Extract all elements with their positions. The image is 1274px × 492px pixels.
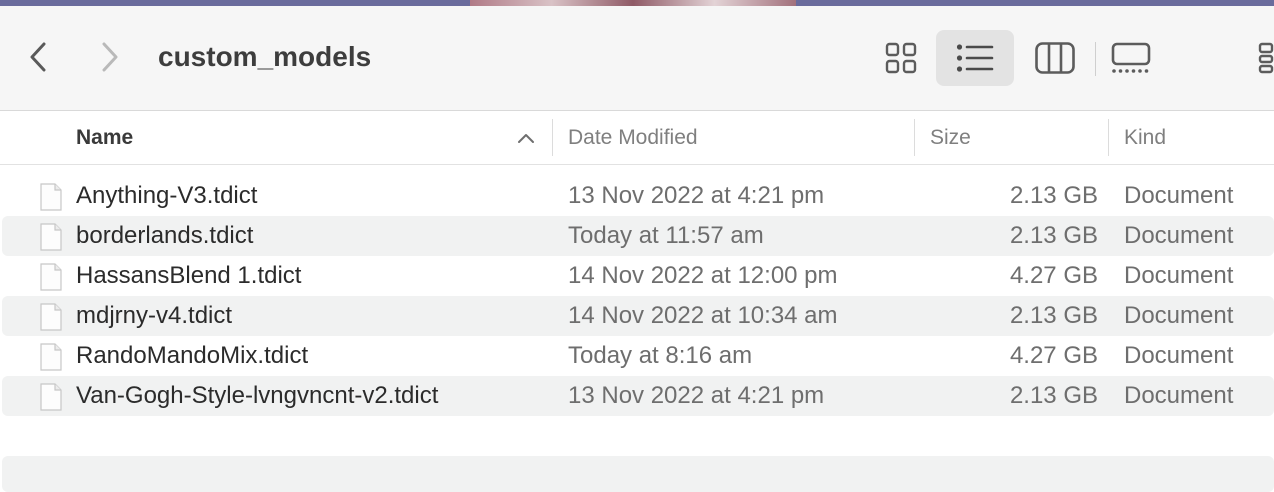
list-view-button[interactable] xyxy=(936,30,1014,86)
columns-view-icon xyxy=(1035,42,1075,74)
column-divider[interactable] xyxy=(552,119,553,156)
column-divider[interactable] xyxy=(1108,119,1109,156)
file-date-modified: Today at 11:57 am xyxy=(568,222,764,249)
file-kind: Document xyxy=(1124,182,1234,209)
chevron-left-icon xyxy=(30,42,46,72)
file-kind: Document xyxy=(1124,302,1234,329)
document-icon xyxy=(40,263,62,291)
file-name: RandoMandoMix.tdict xyxy=(76,342,309,369)
gallery-view-icon xyxy=(1111,42,1151,73)
file-list: Anything-V3.tdict 13 Nov 2022 at 4:21 pm… xyxy=(0,176,1274,416)
column-divider[interactable] xyxy=(914,119,915,156)
file-date-modified: 13 Nov 2022 at 4:21 pm xyxy=(568,182,825,209)
file-name: HassansBlend 1.tdict xyxy=(76,262,302,289)
file-row[interactable]: mdjrny-v4.tdict 14 Nov 2022 at 10:34 am … xyxy=(2,296,1274,336)
back-button[interactable] xyxy=(21,40,55,74)
file-size: 4.27 GB xyxy=(1009,342,1098,369)
file-row[interactable]: Van-Gogh-Style-lvngvncnt-v2.tdict 13 Nov… xyxy=(2,376,1274,416)
list-view-icon xyxy=(956,44,994,72)
sort-ascending-icon[interactable] xyxy=(516,128,536,148)
file-name: Anything-V3.tdict xyxy=(76,182,258,209)
column-header-bar: Name Date Modified Size Kind xyxy=(0,111,1274,165)
column-view-button[interactable] xyxy=(1020,30,1090,86)
file-date-modified: 14 Nov 2022 at 12:00 pm xyxy=(568,262,838,289)
group-icon xyxy=(1258,42,1274,74)
window-title: custom_models xyxy=(158,41,372,72)
file-date-modified: 14 Nov 2022 at 10:34 am xyxy=(568,302,838,329)
file-size: 4.27 GB xyxy=(1009,262,1098,289)
column-header-name[interactable]: Name xyxy=(76,111,133,164)
icons-view-icon xyxy=(885,42,917,74)
file-size: 2.13 GB xyxy=(1009,302,1098,329)
file-kind: Document xyxy=(1124,222,1234,249)
forward-button[interactable] xyxy=(93,40,127,74)
chevron-right-icon xyxy=(102,42,118,72)
document-icon xyxy=(40,383,62,411)
group-button[interactable] xyxy=(1250,30,1274,86)
file-row[interactable]: Anything-V3.tdict 13 Nov 2022 at 4:21 pm… xyxy=(2,176,1274,216)
empty-list-row xyxy=(2,456,1274,492)
document-icon xyxy=(40,223,62,251)
file-name: borderlands.tdict xyxy=(76,222,254,249)
file-name: Van-Gogh-Style-lvngvncnt-v2.tdict xyxy=(76,382,439,409)
document-icon xyxy=(40,343,62,371)
file-date-modified: Today at 8:16 am xyxy=(568,342,753,369)
icon-view-button[interactable] xyxy=(866,30,936,86)
column-header-date-modified[interactable]: Date Modified xyxy=(568,111,698,164)
file-name: mdjrny-v4.tdict xyxy=(76,302,233,329)
file-row[interactable]: borderlands.tdict Today at 11:57 am 2.13… xyxy=(2,216,1274,256)
column-header-size[interactable]: Size xyxy=(930,111,971,164)
file-date-modified: 13 Nov 2022 at 4:21 pm xyxy=(568,382,825,409)
gallery-view-button[interactable] xyxy=(1096,30,1166,86)
finder-toolbar: custom_models xyxy=(0,6,1274,111)
file-size: 2.13 GB xyxy=(1009,222,1098,249)
file-kind: Document xyxy=(1124,342,1234,369)
file-row[interactable]: RandoMandoMix.tdict Today at 8:16 am 4.2… xyxy=(2,336,1274,376)
file-size: 2.13 GB xyxy=(1009,182,1098,209)
file-kind: Document xyxy=(1124,262,1234,289)
file-row[interactable]: HassansBlend 1.tdict 14 Nov 2022 at 12:0… xyxy=(2,256,1274,296)
file-kind: Document xyxy=(1124,382,1234,409)
file-size: 2.13 GB xyxy=(1009,382,1098,409)
document-icon xyxy=(40,183,62,211)
document-icon xyxy=(40,303,62,331)
column-header-kind[interactable]: Kind xyxy=(1124,111,1166,164)
